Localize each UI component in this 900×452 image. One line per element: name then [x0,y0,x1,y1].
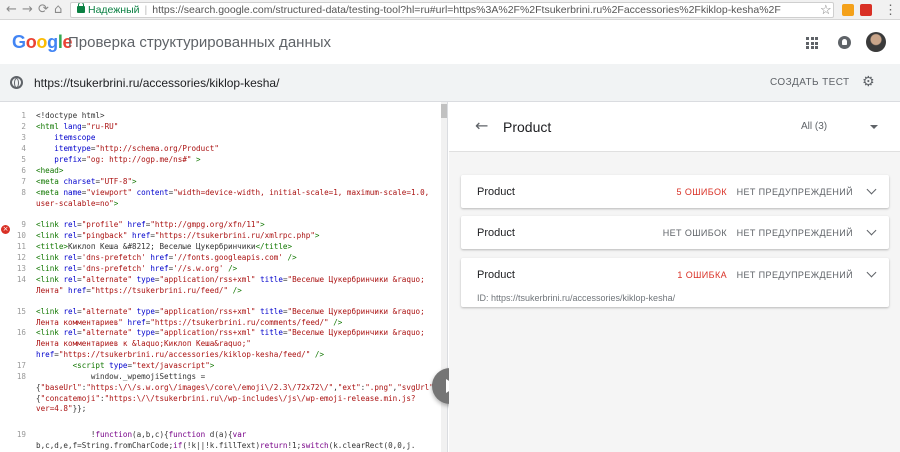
logo-letter: o [36,32,48,52]
line-text: <link rel="alternate" type="application/… [36,328,430,359]
address-separator: | [144,4,148,16]
error-marker-icon[interactable]: × [1,225,10,234]
line-text: <meta charset="UTF-8"> [36,177,137,186]
results-title: Product [503,119,552,135]
chevron-down-icon[interactable] [866,267,877,278]
bookmark-star-icon[interactable]: ☆ [820,2,832,18]
address-url[interactable]: https://search.google.com/structured-dat… [152,4,781,16]
extension-icon[interactable] [860,4,872,16]
line-text: <link rel="alternate" type="application/… [36,307,430,327]
line-text: <link rel="profile" href="http://gmpg.or… [36,220,265,229]
line-text: <link rel="pingback" href="https://tsuke… [36,231,320,240]
results-panel: ← Product All (3) Product 5 ОШИБОК НЕТ ПРЕ… [449,102,900,452]
error-count: НЕТ ОШИБОК [662,228,727,238]
tested-url-bar: https://tsukerbrini.ru/accessories/kiklo… [0,64,900,102]
line-text: <head> [36,166,64,175]
google-logo[interactable]: Google [12,32,73,52]
line-text: !function(a,b,c){function d(a){var b,c,d… [36,430,416,450]
app-header: Google Проверка структурированных данных [0,20,900,64]
page-title: Проверка структурированных данных [68,34,332,51]
result-card-title: Product [477,186,515,198]
notifications-icon[interactable] [838,36,851,49]
warning-count: НЕТ ПРЕДУПРЕЖДЕНИЙ [736,228,853,238]
line-text: <script type="text/javascript"> [72,361,215,370]
line-text: <meta name="viewport" content="width=dev… [36,188,434,208]
line-text: <!doctype html> [36,111,105,120]
result-card[interactable]: Product 1 ОШИБКА НЕТ ПРЕДУПРЕЖДЕНИЙ ID: htt… [461,258,889,307]
reload-icon[interactable]: ⟳ [38,2,49,18]
chevron-down-icon[interactable] [866,184,877,195]
line-text: <link rel='dns-prefetch' href='//s.w.org… [36,264,238,273]
line-number: 15 [16,307,26,316]
warning-count: НЕТ ПРЕДУПРЕЖДЕНИЙ [736,270,853,280]
scrollbar-thumb[interactable] [441,104,447,118]
line-number: 8 [21,188,26,197]
avatar[interactable] [866,32,886,52]
line-number: 12 [16,253,26,262]
line-text: prefix="og: http://ogp.me/ns#" > [54,155,201,164]
line-number: 13 [16,264,26,273]
results-header: ← Product All (3) [449,102,900,152]
item-id: ID: https://tsukerbrini.ru/accessories/k… [477,293,676,303]
home-icon[interactable]: ⌂ [54,2,62,18]
lock-icon [77,3,85,13]
tested-url[interactable]: https://tsukerbrini.ru/accessories/kiklo… [34,75,279,91]
chevron-down-icon[interactable] [866,225,877,236]
logo-letter: o [25,32,37,52]
line-text: <html lang="ru-RU" [36,122,119,131]
result-card-title: Product [477,227,515,239]
line-text: itemscope [54,133,96,142]
browser-menu-icon[interactable]: ⋮ [884,2,897,18]
address-bar[interactable]: Надежный | https://search.google.com/struc… [70,2,834,18]
result-card[interactable]: Product НЕТ ОШИБОК НЕТ ПРЕДУПРЕЖДЕНИЙ [461,216,889,249]
line-number: 19 [16,430,26,439]
line-number: 1 [21,111,26,120]
line-number: 16 [16,328,26,337]
line-number: 6 [21,166,26,175]
chevron-down-icon[interactable] [870,125,878,129]
warning-count: НЕТ ПРЕДУПРЕЖДЕНИЙ [736,187,853,197]
browser-toolbar: ← → ⟳ ⌂ Надежный | https://search.google.c… [0,0,900,20]
line-text: window._wpemojiSettings = {"baseUrl":"ht… [36,372,447,414]
forward-icon[interactable]: → [22,2,33,18]
gear-icon[interactable]: ⚙ [862,75,876,89]
line-number: 3 [21,133,26,142]
filter-select[interactable]: All (3) [801,120,827,134]
line-number: 18 [16,372,26,381]
source-code-panel[interactable]: 1 <!doctype html> 2 <html lang="ru-RU" 3 ite… [0,102,448,452]
line-number: 14 [16,275,26,284]
line-number: 7 [21,177,26,186]
back-arrow-icon[interactable]: ← [475,116,488,136]
create-test-button[interactable]: СОЗДАТЬ ТЕСТ [770,76,850,90]
logo-letter: G [12,32,26,52]
logo-letter: g [47,32,58,52]
line-text: <title>Киклоп Кеша &#8212; Веселые Цукер… [36,242,293,251]
line-text: <link rel='dns-prefetch' href='//fonts.g… [36,253,297,262]
line-number: 5 [21,155,26,164]
line-number: 17 [16,361,26,370]
globe-icon [10,76,23,89]
result-card[interactable]: Product 5 ОШИБОК НЕТ ПРЕДУПРЕЖДЕНИЙ [461,175,889,208]
line-number: 2 [21,122,26,131]
error-count: 1 ОШИБКА [677,270,727,280]
back-icon[interactable]: ← [6,2,17,18]
secure-label: Надежный [88,4,140,16]
line-text: itemtype="http://schema.org/Product" [54,144,219,153]
line-text: <link rel="alternate" type="application/… [36,275,430,295]
apps-grid-icon[interactable] [806,37,818,49]
line-number: 11 [16,242,26,251]
error-count: 5 ОШИБОК [676,187,727,197]
extension-icon[interactable] [842,4,854,16]
line-number: 4 [21,144,26,153]
result-card-title: Product [477,269,515,281]
